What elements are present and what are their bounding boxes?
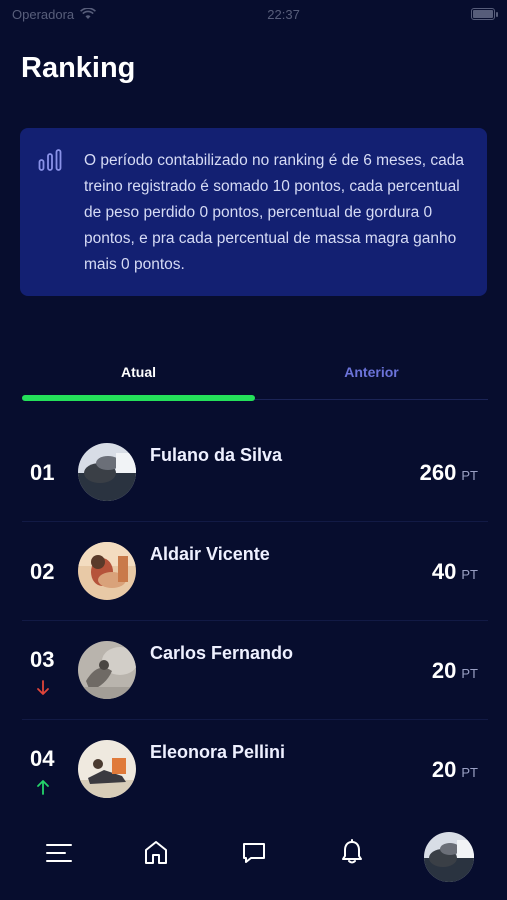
chat-icon[interactable] [242, 841, 266, 865]
tab-anterior[interactable]: Anterior [255, 356, 488, 399]
ranking-tabs: Atual Anterior [22, 356, 488, 401]
home-icon[interactable] [144, 840, 168, 866]
wifi-icon [80, 8, 97, 19]
rank-position: 03 [30, 647, 55, 672]
tab-atual-label: Atual [121, 364, 156, 380]
athlete-name: Carlos Fernando [150, 643, 294, 663]
points-unit: PT [461, 567, 478, 582]
points-display: 40 PT [432, 559, 478, 585]
battery-icon [470, 8, 498, 20]
athlete-name: Fulano da Silva [150, 445, 283, 465]
avatar [78, 641, 136, 699]
rank-position: 02 [30, 559, 55, 584]
points-unit: PT [461, 765, 478, 780]
points-display: 20 PT [432, 757, 478, 783]
ranking-list: 01 Fulano da Silva 260 PT 02 Aldair Vice… [22, 423, 488, 819]
rank-position: 01 [30, 460, 55, 485]
points-display: 20 PT [432, 658, 478, 684]
points-unit: PT [461, 468, 478, 483]
status-time: 22:37 [267, 6, 300, 22]
ranking-row[interactable]: 04 Eleonora Pellini 20 PT [22, 720, 488, 819]
points-unit: PT [461, 666, 478, 681]
status-bar: Operadora 22:37 [0, 0, 507, 28]
carrier-label: Operadora [12, 6, 75, 22]
athlete-name: Aldair Vicente [150, 544, 270, 564]
bar-chart-icon [38, 149, 62, 171]
athlete-name: Eleonora Pellini [150, 742, 286, 762]
points-value: 40 [431, 559, 457, 584]
points-display: 260 PT [420, 460, 478, 486]
ranking-info-text: O período contabilizado no ranking é de … [84, 152, 464, 273]
menu-icon[interactable] [45, 842, 73, 864]
points-value: 20 [431, 757, 457, 782]
profile-avatar[interactable] [424, 832, 474, 882]
arrow-up-icon [37, 780, 49, 795]
ranking-info-card: O período contabilizado no ranking é de … [20, 128, 487, 296]
ranking-row[interactable]: 03 Carlos Fernando 20 PT [22, 621, 488, 720]
tab-anterior-label: Anterior [344, 364, 399, 380]
ranking-row[interactable]: 02 Aldair Vicente 40 PT [22, 522, 488, 621]
status-left: Operadora [12, 6, 97, 22]
page-title: Ranking [21, 52, 136, 84]
tab-atual[interactable]: Atual [22, 356, 255, 401]
arrow-down-icon [37, 680, 49, 695]
avatar [78, 542, 136, 600]
points-value: 20 [431, 658, 457, 683]
active-tab-indicator [22, 395, 255, 401]
points-value: 260 [419, 460, 457, 485]
avatar [78, 443, 136, 501]
bottom-navigation [0, 806, 507, 900]
bell-icon[interactable] [340, 839, 364, 865]
ranking-row[interactable]: 01 Fulano da Silva 260 PT [22, 423, 488, 522]
avatar [78, 740, 136, 798]
rank-position: 04 [30, 746, 55, 771]
